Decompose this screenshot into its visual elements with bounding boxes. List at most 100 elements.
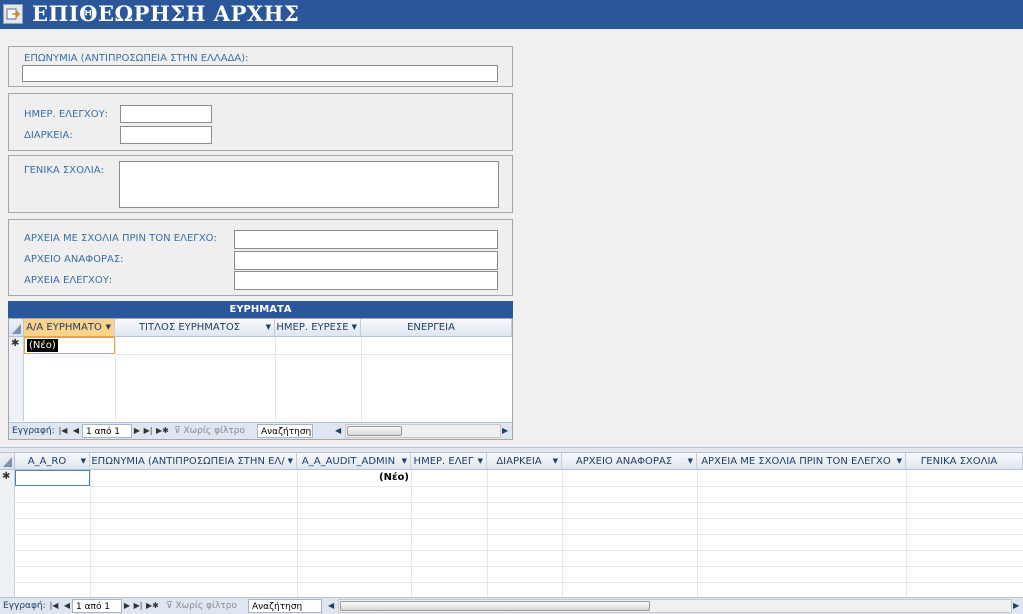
chevron-down-icon[interactable]: ▼ [478,453,483,469]
column-header-energeia[interactable]: ΕΝΕΡΓΕΙΑ [361,319,512,337]
new-record-button[interactable]: ▶✱ [146,599,159,613]
column-header-aa-eyrimatos[interactable]: Α/Α ΕΥΡΗΜΑΤΟ ▼ [24,319,115,337]
last-record-button[interactable]: ▶| [143,424,153,438]
row-divider [15,582,1023,583]
scroll-left-icon[interactable]: ◀ [335,424,341,438]
genika-sxolia-field[interactable] [119,161,499,208]
column-header-arxeia-sxolia[interactable]: ΑΡΧΕΙΑ ΜΕ ΣΧΟΛΙΑ ΠΡΙΝ ΤΟΝ ΕΛΕΓΧΟ ▼ [697,453,906,470]
no-filter-indicator[interactable]: ⊽ Χωρίς φίλτρο [166,599,237,613]
column-header-a-a-ro[interactable]: A_A_RO ▼ [15,453,90,470]
new-record-cell[interactable] [15,470,90,486]
genika-sxolia-label: ΓΕΝΙΚΑ ΣΧΟΛΙΑ: [24,165,104,176]
main-record-navigator: Εγγραφή: |◀ ◀ 1 από 1 ▶ ▶| ▶✱ ⊽ Χωρίς φί… [0,597,1023,614]
new-record-marker: ✱ [11,338,20,349]
column-header-hmer-eleg[interactable]: ΗΜΕΡ. ΕΛΕΓ ▼ [411,453,487,470]
main-datasheet: A_A_RO ▼ ΕΠΩΝΥΜΙΑ (ΑΝΤΙΠΡΟΣΩΠΕΙΑ ΣΤΗΝ ΕΛ/… [0,453,1023,597]
column-header-titlos[interactable]: ΤΙΤΛΟΣ ΕΥΡΗΜΑΤΟΣ ▼ [115,319,275,337]
arxeio-anaforas-field[interactable] [234,251,498,270]
search-field[interactable]: Αναζήτηση [248,599,322,613]
chevron-down-icon[interactable]: ▼ [352,319,357,336]
row-divider [15,534,1023,535]
row-divider [15,566,1023,567]
column-divider [361,337,362,421]
first-record-button[interactable]: |◀ [49,599,59,613]
column-header-hmer-eyresis[interactable]: ΗΜΕΡ. ΕΥΡΕΣΕ ▼ [275,319,361,337]
chevron-down-icon[interactable]: ▼ [402,453,407,469]
column-divider [906,470,907,597]
scroll-left-icon[interactable]: ◀ [328,599,334,613]
chevron-down-icon[interactable]: ▼ [81,453,86,469]
chevron-down-icon[interactable]: ▼ [288,453,293,469]
record-position[interactable]: 1 από 1 [82,424,132,438]
arxeia-sxolia-field[interactable] [234,230,498,249]
hmer-elegxou-label: ΗΜΕΡ. ΕΛΕΓΧΟΥ: [24,109,109,120]
new-record-cell[interactable]: (Νέο) [24,337,115,354]
column-divider [487,470,488,597]
eponymia-field[interactable] [22,65,498,82]
column-header-eponymia[interactable]: ΕΠΩΝΥΜΙΑ (ΑΝΤΙΠΡΟΣΩΠΕΙΑ ΣΤΗΝ ΕΛ/▼ [90,453,297,470]
row-divider [15,518,1023,519]
form-title: ΕΠΙΘΕΩΡΗΣΗ ΑΡΧΗΣ [32,1,300,26]
filter-icon: ⊽ [166,601,173,611]
scroll-thumb[interactable] [340,601,650,611]
arxeia-elegxou-field[interactable] [234,271,498,290]
column-header-a-a-audit-admin[interactable]: A_A_AUDIT_ADMIN ▼ [297,453,411,470]
prev-record-button[interactable]: ◀ [62,599,72,613]
findings-header: ΕΥΡΗΜΑΤΑ [8,301,513,318]
form-icon[interactable] [3,4,23,24]
arxeio-anaforas-label: ΑΡΧΕΙΟ ΑΝΑΦΟΡΑΣ: [24,254,124,265]
select-all-corner[interactable] [0,453,15,470]
findings-horizontal-scrollbar[interactable] [345,424,501,438]
findings-record-navigator: Εγγραφή: |◀ ◀ 1 από 1 ▶ ▶| ▶✱ ⊽ Χωρίς φί… [9,422,512,439]
record-label: Εγγραφή: [3,601,46,611]
diarkeia-label: ΔΙΑΡΚΕΙΑ: [24,130,73,141]
date-group [8,93,513,151]
column-divider [90,470,91,597]
no-filter-indicator[interactable]: ⊽ Χωρίς φίλτρο [174,424,245,438]
new-record-button[interactable]: ▶✱ [156,424,169,438]
first-record-button[interactable]: |◀ [58,424,68,438]
chevron-down-icon[interactable]: ▼ [553,453,558,469]
column-header-genika-sxolia[interactable]: ΓΕΝΙΚΑ ΣΧΟΛΙΑ [906,453,1023,470]
next-record-button[interactable]: ▶ [132,424,142,438]
column-header-diarkeia[interactable]: ΔΙΑΡΚΕΙΑ ▼ [487,453,562,470]
findings-datasheet: Α/Α ΕΥΡΗΜΑΤΟ ▼ ΤΙΤΛΟΣ ΕΥΡΗΜΑΤΟΣ ▼ ΗΜΕΡ. ΕΥ… [8,318,513,440]
row-divider [90,486,1023,487]
search-field[interactable]: Αναζήτηση [257,424,313,438]
column-divider [297,470,298,597]
column-divider [562,470,563,597]
no-filter-text: Χωρίς φίλτρο [175,601,238,611]
record-position[interactable]: 1 από 1 [72,599,122,613]
arxeia-sxolia-label: ΑΡΧΕΙΑ ΜΕ ΣΧΟΛΙΑ ΠΡΙΝ ΤΟΝ ΕΛΕΓΧΟ: [24,233,217,244]
row-divider [15,502,1023,503]
eponymia-label: ΕΠΩΝΥΜΙΑ (ΑΝΤΙΠΡΟΣΩΠΕΙΑ ΣΤΗΝ ΕΛΛΑΔΑ): [24,53,249,64]
diarkeia-field[interactable] [120,126,212,144]
column-divider [275,337,276,421]
chevron-down-icon[interactable]: ▼ [266,319,271,336]
main-horizontal-scrollbar[interactable] [338,599,1012,613]
scroll-right-icon[interactable]: ▶ [502,424,508,438]
new-record-marker: ✱ [2,471,11,482]
row-selector-column [9,337,24,421]
filter-icon: ⊽ [174,426,181,436]
new-record-id: (Νέο) [379,472,409,483]
no-filter-text: Χωρίς φίλτρο [183,426,246,436]
hmer-elegxou-field[interactable] [120,105,212,123]
chevron-down-icon[interactable]: ▼ [106,319,111,336]
chevron-down-icon[interactable]: ▼ [688,453,693,469]
last-record-button[interactable]: ▶| [133,599,143,613]
record-label: Εγγραφή: [12,426,55,436]
next-record-button[interactable]: ▶ [122,599,132,613]
title-bar: ΕΠΙΘΕΩΡΗΣΗ ΑΡΧΗΣ [0,0,1023,29]
new-record-text: (Νέο) [27,339,58,352]
chevron-down-icon[interactable]: ▼ [897,453,902,469]
prev-record-button[interactable]: ◀ [71,424,81,438]
select-all-corner[interactable] [9,319,24,337]
scroll-thumb[interactable] [347,426,402,436]
row-divider [15,550,1023,551]
column-divider [115,337,116,421]
column-divider [411,470,412,597]
column-header-arxeio-anaforas[interactable]: ΑΡΧΕΙΟ ΑΝΑΦΟΡΑΣ ▼ [562,453,697,470]
arxeia-elegxou-label: ΑΡΧΕΙΑ ΕΛΕΓΧΟΥ: [24,275,113,286]
scroll-right-icon[interactable]: ▶ [1013,599,1019,613]
